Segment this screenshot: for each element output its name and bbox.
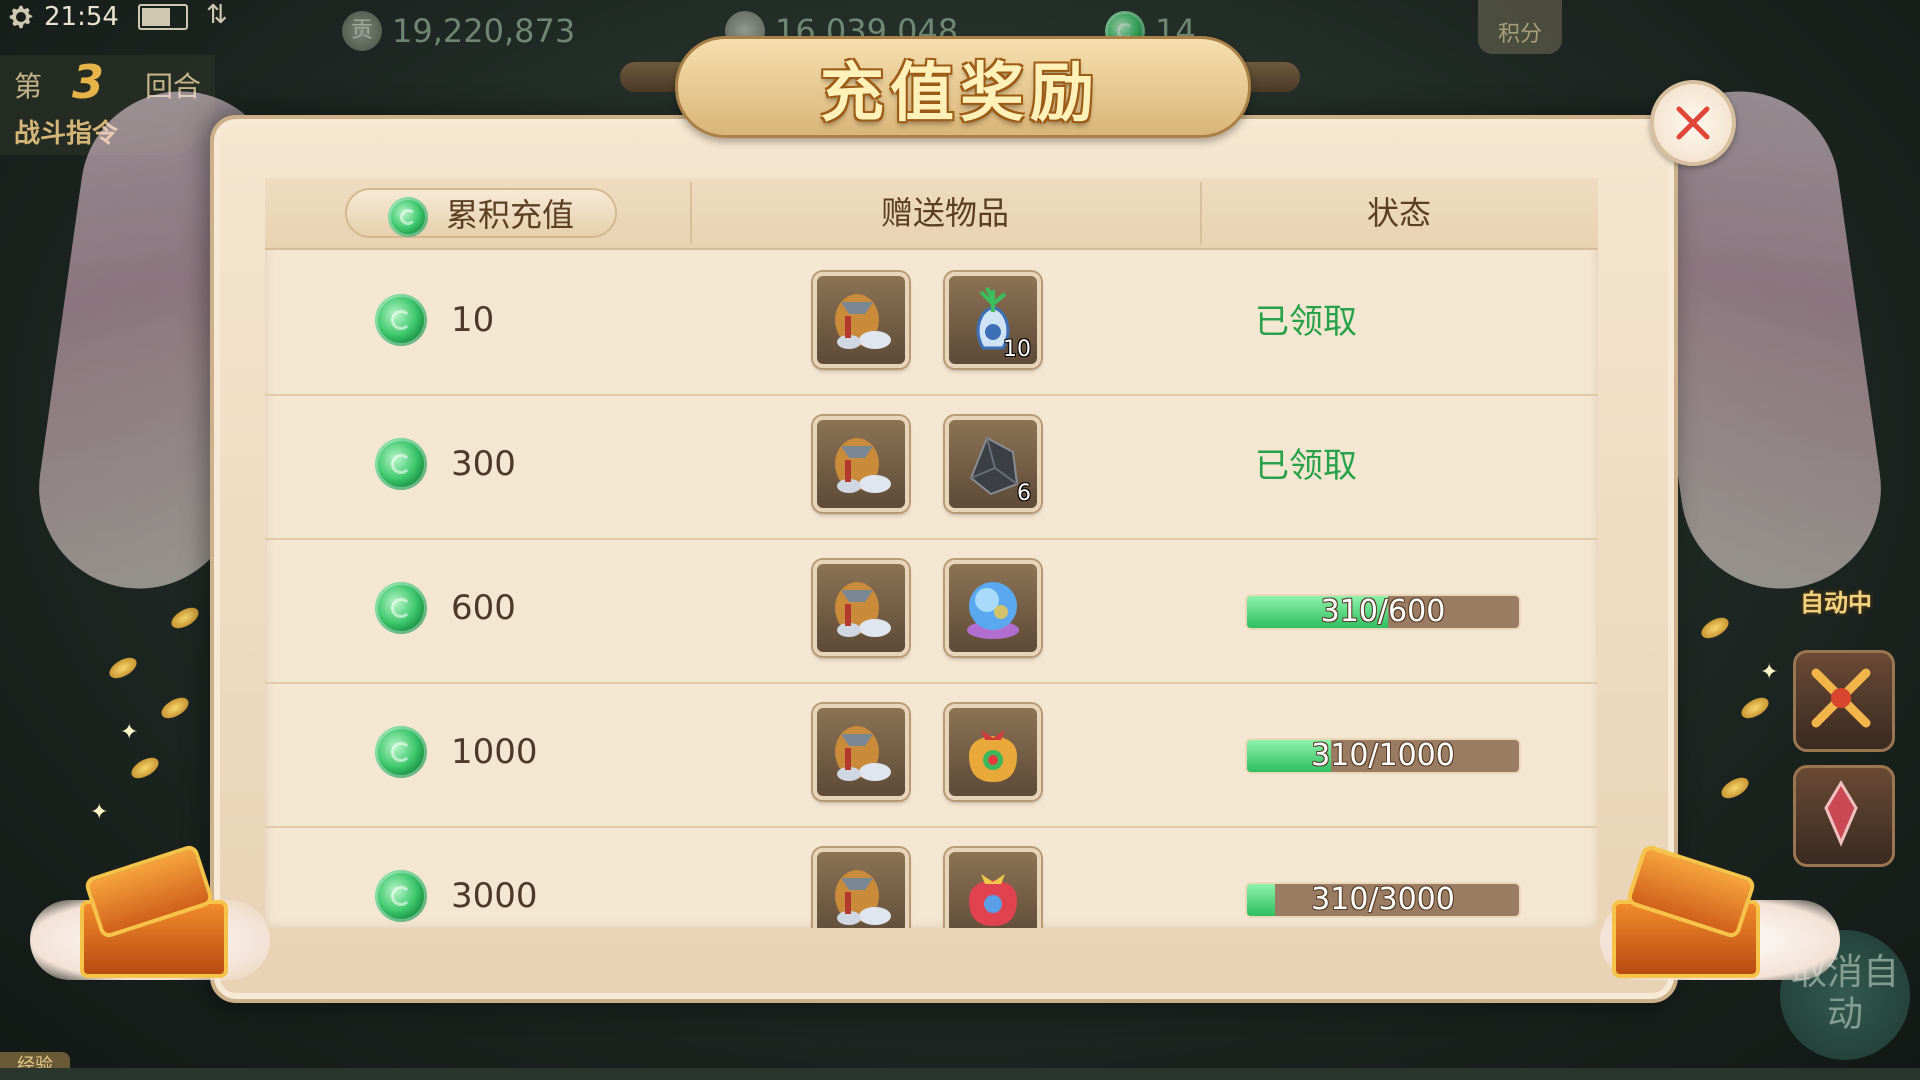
silver-bag-icon: [835, 870, 891, 925]
progress-text: 310/1000: [1311, 738, 1455, 773]
reward-item-slot[interactable]: 10: [945, 272, 1041, 368]
reward-list[interactable]: 10 10 已领取 300 6 已领取 600 310/600 1000 310…: [0, 0, 1920, 928]
exp-bar: [0, 1068, 1920, 1080]
red-pouch-icon: [969, 874, 1017, 926]
progress-bar: 310/1000: [1245, 738, 1521, 774]
treasure-chest-left-icon: [70, 843, 230, 980]
jade-icon: [375, 726, 427, 778]
gift-pouch-icon: [969, 730, 1017, 782]
jade-icon: [375, 582, 427, 634]
status-claimed: 已领取: [1255, 446, 1357, 486]
row-amount: 300: [375, 438, 516, 490]
progress-text: 310/3000: [1311, 882, 1455, 917]
reward-row: 300 6 已领取: [265, 394, 1598, 540]
crystal-orb-icon: [967, 582, 1019, 639]
silver-bag-icon: [835, 726, 891, 781]
amount-value: 300: [451, 444, 516, 484]
amount-value: 600: [451, 588, 516, 628]
reward-row: 1000 310/1000: [265, 682, 1598, 828]
row-amount: 1000: [375, 726, 538, 778]
reward-item-slot[interactable]: [813, 416, 909, 512]
reward-row: 3000 310/3000: [265, 826, 1598, 928]
silver-bag-icon: [835, 582, 891, 637]
reward-item-slot[interactable]: [945, 704, 1041, 800]
row-amount: 3000: [375, 870, 538, 922]
jade-icon: [375, 294, 427, 346]
reward-item-slot[interactable]: [945, 848, 1041, 928]
progress-bar: 310/3000: [1245, 882, 1521, 918]
amount-value: 10: [451, 300, 495, 340]
row-amount: 10: [375, 294, 494, 346]
jade-icon: [375, 438, 427, 490]
silver-bag-icon: [835, 294, 891, 349]
reward-item-slot[interactable]: 6: [945, 416, 1041, 512]
progress-bar: 310/600: [1245, 594, 1521, 630]
item-count: 6: [1017, 481, 1031, 506]
reward-row: 600 310/600: [265, 538, 1598, 684]
silver-bag-icon: [835, 438, 891, 493]
jade-icon: [375, 870, 427, 922]
treasure-chest-right-icon: [1610, 843, 1770, 980]
reward-item-slot[interactable]: [813, 272, 909, 368]
amount-value: 1000: [451, 732, 538, 772]
amount-value: 3000: [451, 876, 538, 916]
status-claimed: 已领取: [1255, 302, 1357, 342]
progress-text: 310/600: [1320, 594, 1446, 629]
reward-item-slot[interactable]: [813, 848, 909, 928]
reward-row: 10 10 已领取: [265, 250, 1598, 396]
row-amount: 600: [375, 582, 516, 634]
reward-item-slot[interactable]: [945, 560, 1041, 656]
item-count: 10: [1003, 337, 1031, 362]
reward-item-slot[interactable]: [813, 704, 909, 800]
reward-item-slot[interactable]: [813, 560, 909, 656]
